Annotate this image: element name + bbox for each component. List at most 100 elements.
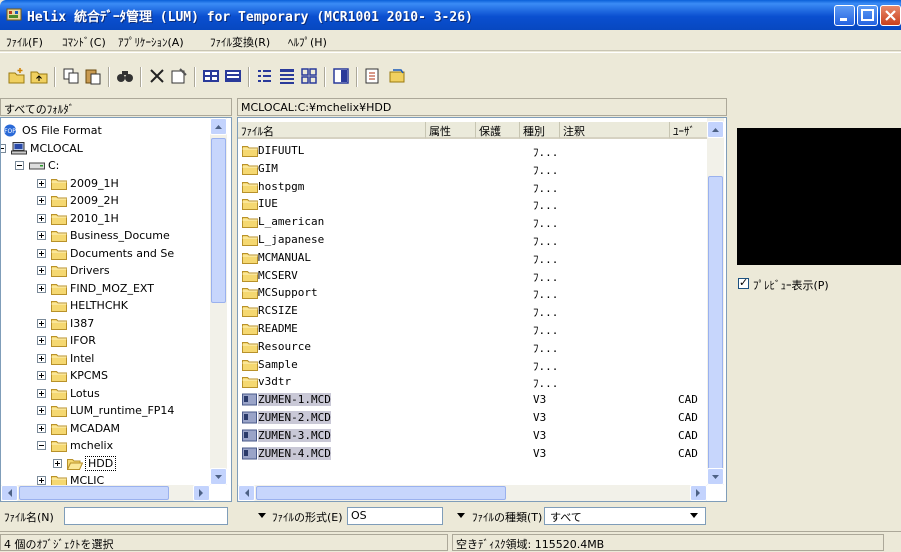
column-filename[interactable]: ﾌｧｲﾙ名 [238,122,426,139]
scroll-thumb[interactable] [211,138,226,303]
tree-item-mcadam[interactable]: MCADAM [1,420,211,437]
maximize-button[interactable] [857,5,878,26]
tree-item-kpcms[interactable]: KPCMS [1,367,211,384]
file-list[interactable]: ﾌｧｲﾙ名 属性 保護 種別 注釈 ﾕｰｻﾞ DIFUUTL ﾌ... GIM ﾌ..… [237,117,727,502]
tree-item-2009-2h[interactable]: 2009_2H [1,192,211,209]
folder-tree-scrollbar[interactable] [210,118,227,485]
tree-item-2010-1h[interactable]: 2010_1H [1,210,211,227]
expand-icon[interactable] [37,248,46,258]
file-row[interactable]: L_american ﾌ... [238,213,708,231]
refresh-icon[interactable] [388,67,406,85]
expand-icon[interactable] [53,458,62,468]
minimize-button[interactable] [834,5,855,26]
preview-checkbox[interactable] [738,276,749,289]
expand-icon[interactable] [37,266,46,275]
file-row[interactable]: IUE ﾌ... [238,195,708,213]
expand-icon[interactable] [37,213,46,223]
small-icons-icon[interactable] [224,67,242,85]
kind-dropdown-arrow-icon[interactable] [456,512,466,520]
folder-tree-hscrollbar[interactable] [1,485,210,501]
tree-item-c[interactable]: C: [1,157,211,174]
column-comment[interactable]: 注釈 [560,122,670,139]
file-row[interactable]: MCSupport ﾌ... [238,284,708,302]
delete-icon[interactable] [148,67,166,85]
tree-item-os-file-format[interactable]: FOP OS File Format [1,122,211,139]
menu-help[interactable]: ﾍﾙﾌﾟ(H) [288,34,327,50]
properties-icon[interactable] [170,67,188,85]
file-row[interactable]: RCSIZE ﾌ... [238,302,708,320]
scroll-up-button[interactable] [210,118,227,135]
scroll-down-button[interactable] [210,468,227,485]
expand-icon[interactable] [37,231,46,240]
column-attribute[interactable]: 属性 [426,122,476,139]
details-icon[interactable] [278,67,296,85]
tree-item-i387[interactable]: I387 [1,315,211,332]
expand-icon[interactable] [37,196,46,205]
file-row[interactable]: ZUMEN-3.MCD V3 CAD [238,427,708,445]
tree-item-ifor[interactable]: IFOR [1,332,211,349]
folder-tree[interactable]: FOP OS File Format MCLOCAL C: 2009_1H 2009_2H… [0,117,232,502]
expand-icon[interactable] [37,283,46,293]
tree-item-documents-and-se[interactable]: Documents and Se [1,245,211,262]
up-folder-icon[interactable] [30,67,48,85]
expand-icon[interactable] [37,178,46,188]
file-row[interactable]: hostpgm ﾌ... [238,178,708,196]
scroll-left-button[interactable] [1,485,18,501]
column-user[interactable]: ﾕｰｻﾞ [670,122,708,139]
format-dropdown-arrow-icon[interactable] [257,512,267,520]
file-row[interactable]: L_japanese ﾌ... [238,231,708,249]
file-row[interactable]: ZUMEN-2.MCD V3 CAD [238,409,708,427]
tree-item-2009-1h[interactable]: 2009_1H [1,175,211,192]
scroll-right-button[interactable] [193,485,210,501]
expand-icon[interactable] [37,423,46,433]
new-folder-icon[interactable] [8,67,26,85]
expand-icon[interactable] [37,318,46,328]
collapse-icon[interactable] [15,161,24,170]
close-button[interactable] [880,5,901,26]
file-row[interactable]: README ﾌ... [238,320,708,338]
file-scroll-right-button[interactable] [690,485,707,501]
expand-icon[interactable] [37,336,46,345]
hscroll-thumb[interactable] [19,486,169,500]
tree-item-mclocal[interactable]: MCLOCAL [1,140,211,157]
tree-item-helthchk[interactable]: HELTHCHK [1,297,211,314]
expand-icon[interactable] [37,476,46,485]
file-row[interactable]: GIM ﾌ... [238,160,708,178]
thumbnails-icon[interactable] [300,67,318,85]
file-hscroll-thumb[interactable] [256,486,506,500]
tree-item-intel[interactable]: Intel [1,350,211,367]
format-select[interactable]: OS [347,507,443,525]
file-row[interactable]: ZUMEN-1.MCD V3 CAD [238,391,708,409]
expand-icon[interactable] [37,406,46,415]
file-scroll-thumb[interactable] [708,176,723,474]
tree-item-mchelix[interactable]: mchelix [1,437,211,454]
list-icon[interactable] [256,67,274,85]
collapse-icon[interactable] [1,143,6,153]
menu-file-convert[interactable]: ﾌｧｲﾙ変換(R) [210,34,270,50]
title-bar[interactable]: Helix 統合ﾃﾞｰﾀ管理 (LUM) for Temporary (MCR1… [0,0,901,30]
tree-item-hdd[interactable]: HDD [1,455,211,472]
expand-icon[interactable] [37,388,46,398]
expand-icon[interactable] [37,371,46,380]
tree-item-lum-runtime-fp14[interactable]: LUM_runtime_FP14 [1,402,211,419]
menu-application[interactable]: ｱﾌﾟﾘｹｰｼｮﾝ(A) [118,34,184,50]
preview-pane-icon[interactable] [332,67,350,85]
collapse-icon[interactable] [37,441,46,450]
file-row[interactable]: MCSERV ﾌ... [238,267,708,285]
file-row[interactable]: MCMANUAL ﾌ... [238,249,708,267]
file-list-hscrollbar[interactable] [238,485,707,501]
copy-icon[interactable] [62,67,80,85]
convert-icon[interactable] [364,67,382,85]
file-scroll-down-button[interactable] [707,468,724,485]
file-row[interactable]: ZUMEN-4.MCD V3 CAD [238,445,708,463]
file-row[interactable]: Sample ﾌ... [238,356,708,374]
tree-item-business-docume[interactable]: Business_Docume [1,227,211,244]
tree-item-drivers[interactable]: Drivers [1,262,211,279]
file-scroll-left-button[interactable] [238,485,255,501]
paste-icon[interactable] [84,67,102,85]
tree-item-find-moz-ext[interactable]: FIND_MOZ_EXT [1,280,211,297]
menu-command[interactable]: ｺﾏﾝﾄﾞ(C) [62,34,106,50]
tree-item-lotus[interactable]: Lotus [1,385,211,402]
kind-select[interactable]: すべて [544,507,706,525]
file-list-scrollbar[interactable] [707,118,724,485]
